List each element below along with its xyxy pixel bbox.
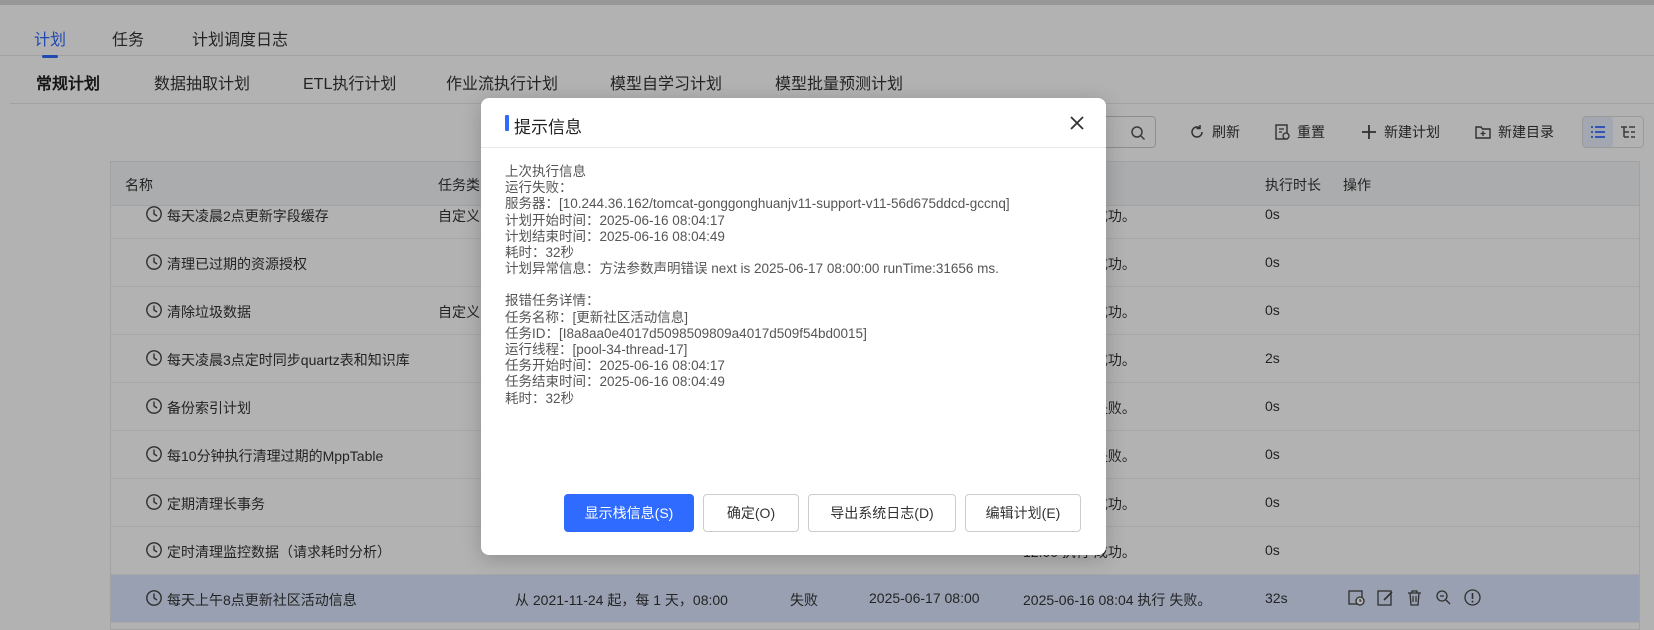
dialog-message: 上次执行信息 运行失败： 服务器：[10.244.36.162/tomcat-gon… [505,164,1085,407]
dialog-title: 提示信息 [514,118,582,137]
show-stack-button[interactable]: 显示栈信息(S) [564,494,694,532]
message-line: 运行线程：[pool-34-thread-17] [505,342,688,358]
title-accent-bar [505,115,509,131]
message-line: 服务器：[10.244.36.162/tomcat-gonggonghuanjv… [505,196,1010,212]
message-line: 任务结束时间：2025-06-16 08:04:49 [505,374,725,390]
message-line: 耗时：32秒 [505,245,575,261]
message-line: 上次执行信息 [505,164,586,179]
message-line: 任务开始时间：2025-06-16 08:04:17 [505,358,725,374]
message-line: 计划异常信息：方法参数声明错误 next is 2025-06-17 08:00… [505,261,999,277]
export-log-button[interactable]: 导出系统日志(D) [808,494,956,532]
message-line: 计划结束时间：2025-06-16 08:04:49 [505,228,725,244]
message-line: 任务名称：[更新社区活动信息] [505,309,689,325]
dialog-header: 提示信息 [481,98,1106,148]
edit-plan-button[interactable]: 编辑计划(E) [965,494,1081,532]
close-icon[interactable] [1066,112,1088,134]
ok-button[interactable]: 确定(O) [703,494,799,532]
info-dialog: 提示信息 上次执行信息 运行失败： 服务器：[10.244.36.162/tomca… [481,98,1106,555]
message-line: 报错任务详情： [505,293,600,309]
message-line: 任务ID：[I8a8aa0e4017d5098509809a4017d509f5… [505,325,867,341]
message-line: 计划开始时间：2025-06-16 08:04:17 [505,212,725,228]
message-line: 耗时：32秒 [505,390,575,406]
message-line: 运行失败： [505,180,573,196]
